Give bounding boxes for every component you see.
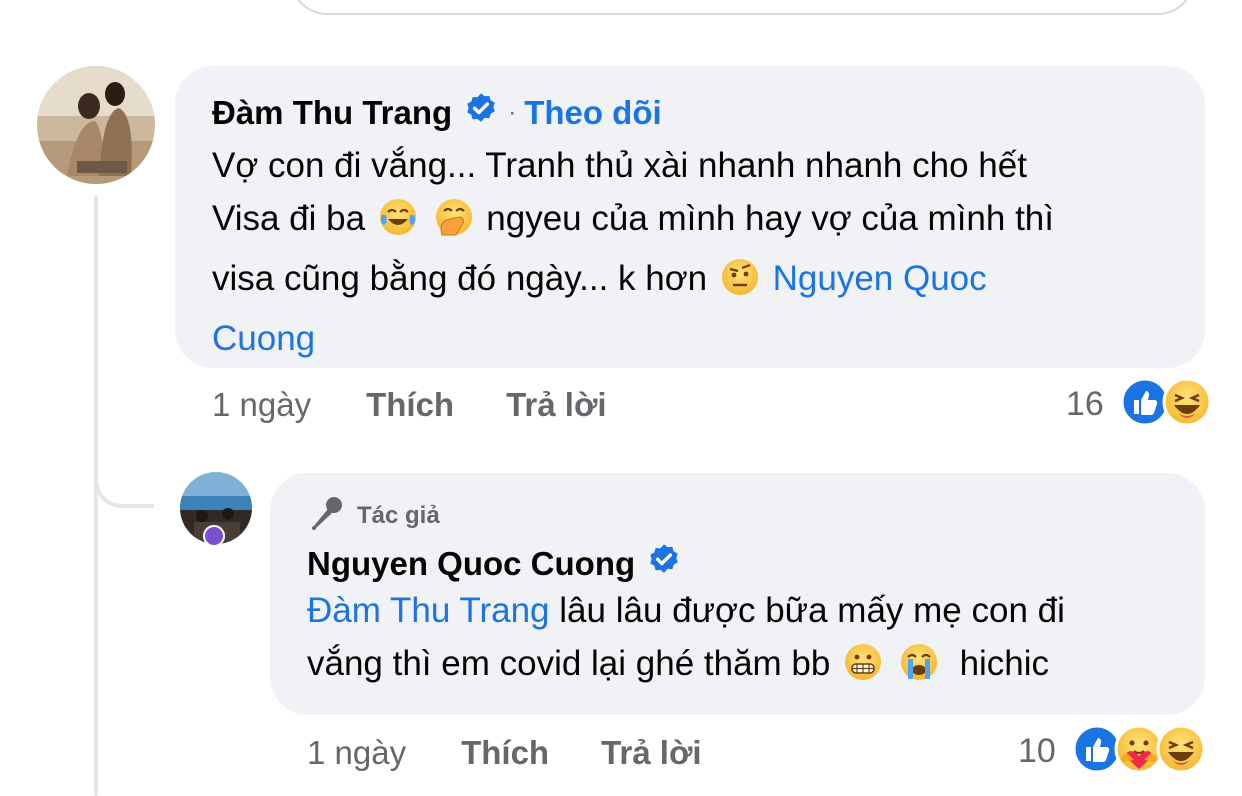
separator-dot: ·	[508, 99, 517, 126]
mention-link[interactable]: Cuong	[212, 319, 315, 358]
reply-text: Đàm Thu Trang lâu lâu được bữa mấy mẹ co…	[307, 584, 1205, 697]
microphone-icon	[307, 494, 345, 539]
comment-time[interactable]: 1 ngày	[307, 734, 406, 772]
comment-line: ngyeu của mình hay vợ của mình thì	[486, 199, 1054, 238]
tears-of-joy-emoji	[378, 197, 418, 252]
author-badge-label: Tác giả	[357, 502, 440, 529]
like-button[interactable]: Thích	[461, 734, 549, 772]
comment-header: Đàm Thu Trang · Theo dõi	[212, 92, 1205, 134]
comment-time[interactable]: 1 ngày	[212, 386, 311, 424]
reply-line: lâu lâu được bữa mấy mẹ con đi	[559, 591, 1065, 630]
comment-line: Visa đi ba	[212, 199, 366, 238]
reply-line: hichic	[959, 644, 1050, 683]
comment-line: visa cũng bằng đó ngày... k hơn	[212, 259, 708, 298]
reply-bubble: Tác giả Nguyen Quoc Cuong Đàm Thu Trang …	[270, 473, 1205, 715]
previous-comment-box	[290, 0, 1195, 15]
haha-reaction-icon	[1156, 724, 1206, 779]
reply-header: Nguyen Quoc Cuong	[307, 544, 1205, 584]
thread-connector	[94, 440, 154, 508]
follow-button[interactable]: Theo dõi	[524, 94, 661, 132]
mention-link[interactable]: Đàm Thu Trang	[307, 591, 550, 630]
comment-bubble: Đàm Thu Trang · Theo dõi Vợ con đi vắng.…	[175, 66, 1205, 368]
reaction-summary[interactable]: 16	[1066, 377, 1212, 432]
reply-actions: 1 ngày Thích Trả lời	[307, 734, 702, 772]
like-button[interactable]: Thích	[366, 386, 454, 424]
avatar[interactable]	[37, 66, 155, 184]
grimacing-emoji	[843, 642, 883, 697]
comment-line: Vợ con đi vắng... Tranh thủ xài nhanh nh…	[212, 146, 1027, 185]
thread-line	[94, 196, 98, 796]
haha-reaction-icon	[1162, 377, 1212, 432]
comment-text: Vợ con đi vắng... Tranh thủ xài nhanh nh…	[212, 139, 1205, 365]
reply-button[interactable]: Trả lời	[601, 734, 702, 772]
hand-over-mouth-emoji	[434, 197, 474, 252]
reaction-count: 10	[1018, 732, 1056, 770]
author-name[interactable]: Đàm Thu Trang	[212, 94, 452, 132]
comment-actions: 1 ngày Thích Trả lời	[212, 386, 607, 424]
mention-link[interactable]: Nguyen Quoc	[773, 259, 987, 298]
author-name[interactable]: Nguyen Quoc Cuong	[307, 545, 635, 583]
reaction-count: 16	[1066, 385, 1104, 423]
verified-badge-icon	[464, 92, 498, 134]
reaction-summary[interactable]: 10	[1018, 724, 1206, 779]
badge-icon	[203, 525, 225, 547]
raised-eyebrow-emoji	[720, 257, 760, 312]
loudly-crying-emoji	[899, 642, 939, 697]
reply-button[interactable]: Trả lời	[506, 386, 607, 424]
verified-badge-icon	[647, 543, 681, 585]
author-badge: Tác giả	[307, 496, 1205, 533]
reply-line: vắng thì em covid lại ghé thăm bb	[307, 644, 831, 683]
